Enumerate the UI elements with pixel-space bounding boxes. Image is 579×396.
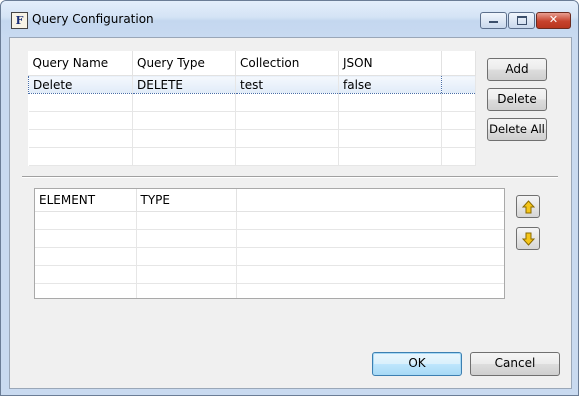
arrow-down-icon bbox=[522, 232, 535, 246]
cell-query-name[interactable]: Delete bbox=[28, 75, 133, 94]
column-header-element[interactable]: ELEMENT bbox=[35, 189, 137, 212]
cell-filler bbox=[441, 75, 476, 94]
column-header-query-name[interactable]: Query Name bbox=[28, 51, 133, 76]
cell-collection[interactable]: test bbox=[235, 75, 339, 94]
column-header-filler bbox=[236, 189, 504, 212]
empty-row bbox=[35, 283, 504, 298]
move-down-button[interactable] bbox=[516, 227, 540, 250]
empty-row bbox=[28, 129, 476, 148]
add-query-button[interactable]: Add bbox=[487, 58, 547, 81]
column-header-type[interactable]: TYPE bbox=[136, 189, 237, 212]
empty-row bbox=[28, 147, 476, 166]
empty-row bbox=[35, 265, 504, 284]
cell-query-type[interactable]: DELETE bbox=[132, 75, 236, 94]
column-header-collection[interactable]: Collection bbox=[235, 51, 339, 76]
minimize-icon bbox=[489, 21, 498, 23]
elements-table-frame: ELEMENT TYPE bbox=[34, 188, 505, 299]
delete-query-label: Delete bbox=[497, 92, 537, 106]
maximize-button[interactable] bbox=[508, 12, 535, 29]
ok-button[interactable]: OK bbox=[372, 352, 462, 376]
elements-table-header: ELEMENT TYPE bbox=[35, 189, 504, 212]
column-header-json[interactable]: JSON bbox=[338, 51, 442, 76]
app-icon: F bbox=[11, 12, 28, 29]
column-header-filler bbox=[441, 51, 476, 76]
cell-json[interactable]: false bbox=[338, 75, 442, 94]
cancel-label: Cancel bbox=[494, 356, 536, 370]
queries-table: Query Name Query Type Collection JSON De… bbox=[28, 51, 476, 166]
empty-row bbox=[35, 247, 504, 266]
close-button[interactable]: ✕ bbox=[536, 12, 571, 29]
query-configuration-dialog: F Query Configuration ✕ Query Name Query… bbox=[0, 0, 579, 396]
table-row[interactable]: Delete DELETE test false bbox=[28, 75, 476, 94]
empty-row bbox=[35, 211, 504, 230]
add-query-label: Add bbox=[505, 62, 529, 76]
empty-row bbox=[35, 229, 504, 248]
delete-query-button[interactable]: Delete bbox=[487, 88, 547, 111]
delete-all-label: Delete All bbox=[489, 122, 545, 136]
maximize-icon bbox=[516, 16, 527, 25]
cancel-button[interactable]: Cancel bbox=[470, 352, 560, 376]
dialog-body: Query Name Query Type Collection JSON De… bbox=[9, 37, 572, 389]
minimize-button[interactable] bbox=[480, 12, 507, 29]
move-up-button[interactable] bbox=[516, 195, 540, 218]
elements-table: ELEMENT TYPE bbox=[35, 189, 504, 298]
empty-row bbox=[28, 111, 476, 130]
queries-table-header: Query Name Query Type Collection JSON bbox=[28, 51, 476, 76]
title-bar[interactable]: F Query Configuration ✕ bbox=[1, 1, 578, 37]
delete-all-button[interactable]: Delete All bbox=[487, 118, 547, 141]
section-divider bbox=[22, 176, 558, 178]
column-header-query-type[interactable]: Query Type bbox=[132, 51, 236, 76]
ok-label: OK bbox=[408, 356, 426, 370]
empty-row bbox=[28, 93, 476, 112]
arrow-up-icon bbox=[522, 200, 535, 214]
close-icon: ✕ bbox=[548, 13, 559, 26]
window-title: Query Configuration bbox=[32, 12, 154, 26]
